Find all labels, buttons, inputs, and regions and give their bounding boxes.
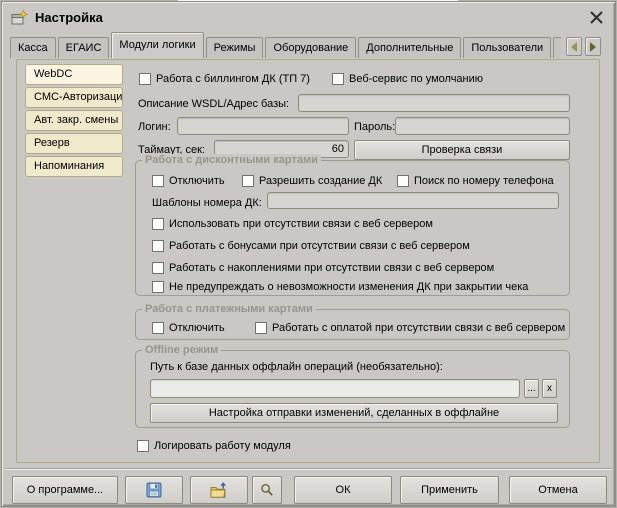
save-icon	[146, 482, 162, 498]
search-icon	[260, 483, 274, 497]
checkbox-box[interactable]	[137, 440, 149, 452]
about-button[interactable]: О программе...	[12, 476, 118, 504]
checkbox-label: Работа с биллингом ДК (ТП 7)	[156, 73, 310, 85]
checkbox-billing[interactable]: Работа с биллингом ДК (ТП 7)	[139, 72, 310, 86]
checkbox-box[interactable]	[242, 175, 254, 187]
checkbox-bonus-when-offline[interactable]: Работать с бонусами при отсутствии связи…	[152, 239, 470, 253]
tab-scroll-controls	[566, 37, 601, 56]
group-title: Offline режим	[142, 344, 221, 357]
checkbox-box[interactable]	[397, 175, 409, 187]
open-folder-icon	[210, 482, 229, 499]
checkbox-label: Работать с оплатой при отсутствии связи …	[272, 322, 565, 334]
tab-scroll-right-button[interactable]	[585, 37, 601, 56]
tab-bar: Касса ЕГАИС Модули логики Режимы Оборудо…	[10, 32, 561, 58]
wsdl-label: Описание WSDL/Адрес базы:	[138, 98, 289, 111]
title-bar: Настройка	[6, 6, 611, 29]
checkbox-label: Разрешить создание ДК	[259, 175, 382, 187]
checkbox-box[interactable]	[139, 73, 151, 85]
group-title: Работа с платежными картами	[142, 303, 316, 316]
footer-separator	[5, 468, 612, 470]
sidebar-item-rezerv[interactable]: Резерв	[25, 133, 123, 154]
checkbox-use-when-offline[interactable]: Использовать при отсутствии связи с веб …	[152, 217, 433, 231]
ok-button[interactable]: ОК	[294, 476, 392, 504]
sidebar-item-avt-zakr-smeny[interactable]: Авт. закр. смены	[25, 110, 123, 131]
checkbox-box[interactable]	[152, 262, 164, 274]
checkbox-box[interactable]	[152, 322, 164, 334]
offline-path-input[interactable]	[150, 379, 520, 398]
sidebar-item-webdc[interactable]: WebDC	[25, 64, 123, 85]
chevron-left-icon	[571, 42, 577, 52]
tab-egais[interactable]: ЕГАИС	[58, 37, 110, 58]
open-folder-button[interactable]	[190, 476, 248, 504]
app-icon	[11, 10, 28, 26]
checkbox-log-module[interactable]: Логировать работу модуля	[137, 439, 291, 453]
tab-oborudovanie[interactable]: Оборудование	[265, 37, 356, 58]
offline-changes-settings-button[interactable]: Настройка отправки изменений, сделанных …	[150, 403, 558, 423]
group-title: Работа с дисконтными картами	[142, 154, 321, 167]
password-label: Пароль:	[354, 121, 395, 134]
checkbox-box[interactable]	[152, 175, 164, 187]
checkbox-box[interactable]	[152, 281, 164, 293]
checkbox-box[interactable]	[152, 218, 164, 230]
login-label: Логин:	[138, 121, 171, 134]
checkbox-box[interactable]	[332, 73, 344, 85]
checkbox-label: Отключить	[169, 175, 225, 187]
clear-path-button[interactable]: x	[542, 379, 557, 398]
sidebar-item-sms-avtorizaciya[interactable]: СМС-Авторизация	[25, 87, 123, 108]
tab-polzovateli[interactable]: Пользователи	[463, 37, 551, 58]
checkbox-phone-search[interactable]: Поиск по номеру телефона	[397, 174, 554, 188]
checkbox-label: Использовать при отсутствии связи с веб …	[169, 218, 433, 230]
checkbox-label: Логировать работу модуля	[154, 440, 291, 452]
checkbox-label: Работать с бонусами при отсутствии связи…	[169, 240, 470, 252]
dk-templates-input[interactable]	[267, 192, 559, 209]
checkbox-payment-disable[interactable]: Отключить	[152, 321, 225, 335]
checkbox-label: Не предупреждать о невозможности изменен…	[169, 281, 528, 293]
checkbox-label: Отключить	[169, 322, 225, 334]
settings-window: Настройка Касса ЕГАИС Модули логики Режи…	[1, 1, 616, 507]
apply-button[interactable]: Применить	[400, 476, 499, 504]
offline-path-label: Путь к базе данных оффлайн операций (нео…	[150, 361, 443, 374]
tab-skidki[interactable]: Скидки...	[553, 37, 561, 58]
login-input[interactable]	[177, 117, 349, 135]
checkbox-discount-disable[interactable]: Отключить	[152, 174, 225, 188]
sidebar-item-napominaniya[interactable]: Напоминания	[25, 156, 123, 177]
search-button[interactable]	[252, 476, 282, 504]
checkbox-label: Веб-сервис по умолчанию	[349, 73, 483, 85]
dk-templates-label: Шаблоны номера ДК:	[152, 197, 262, 210]
checkbox-label: Поиск по номеру телефона	[414, 175, 554, 187]
tab-scroll-left-button[interactable]	[566, 37, 582, 56]
checkbox-webservice-default[interactable]: Веб-сервис по умолчанию	[332, 72, 483, 86]
discount-cards-group: Работа с дисконтными картами Отключить Р…	[135, 160, 570, 296]
checkbox-allow-create-dk[interactable]: Разрешить создание ДК	[242, 174, 382, 188]
checkbox-accumulation-when-offline[interactable]: Работать с накоплениями при отсутствии с…	[152, 261, 494, 275]
wsdl-input[interactable]	[298, 94, 570, 112]
tab-rezhimy[interactable]: Режимы	[206, 37, 264, 58]
page-panel: WebDC СМС-Авторизация Авт. закр. смены Р…	[16, 59, 600, 463]
password-input[interactable]	[395, 117, 570, 135]
check-connection-button[interactable]: Проверка связи	[354, 140, 570, 160]
screen: Настройка Касса ЕГАИС Модули логики Режи…	[0, 0, 617, 508]
cancel-button[interactable]: Отмена	[509, 476, 607, 504]
tab-dopolnitelnye[interactable]: Дополнительные	[358, 37, 461, 58]
checkbox-box[interactable]	[152, 240, 164, 252]
chevron-right-icon	[590, 42, 596, 52]
tab-kassa[interactable]: Касса	[10, 37, 56, 58]
save-button[interactable]	[125, 476, 183, 504]
checkbox-box[interactable]	[255, 322, 267, 334]
window-title: Настройка	[35, 10, 103, 25]
checkbox-pay-when-offline[interactable]: Работать с оплатой при отсутствии связи …	[255, 321, 565, 335]
payment-cards-group: Работа с платежными картами Отключить Ра…	[135, 309, 570, 340]
checkbox-label: Работать с накоплениями при отсутствии с…	[169, 262, 494, 274]
offline-mode-group: Offline режим Путь к базе данных оффлайн…	[135, 350, 570, 428]
checkbox-no-warn-dk-change[interactable]: Не предупреждать о невозможности изменен…	[152, 280, 528, 294]
close-icon[interactable]	[586, 8, 606, 28]
browse-button[interactable]: ...	[524, 379, 539, 398]
tab-moduli-logiki[interactable]: Модули логики	[111, 32, 203, 58]
